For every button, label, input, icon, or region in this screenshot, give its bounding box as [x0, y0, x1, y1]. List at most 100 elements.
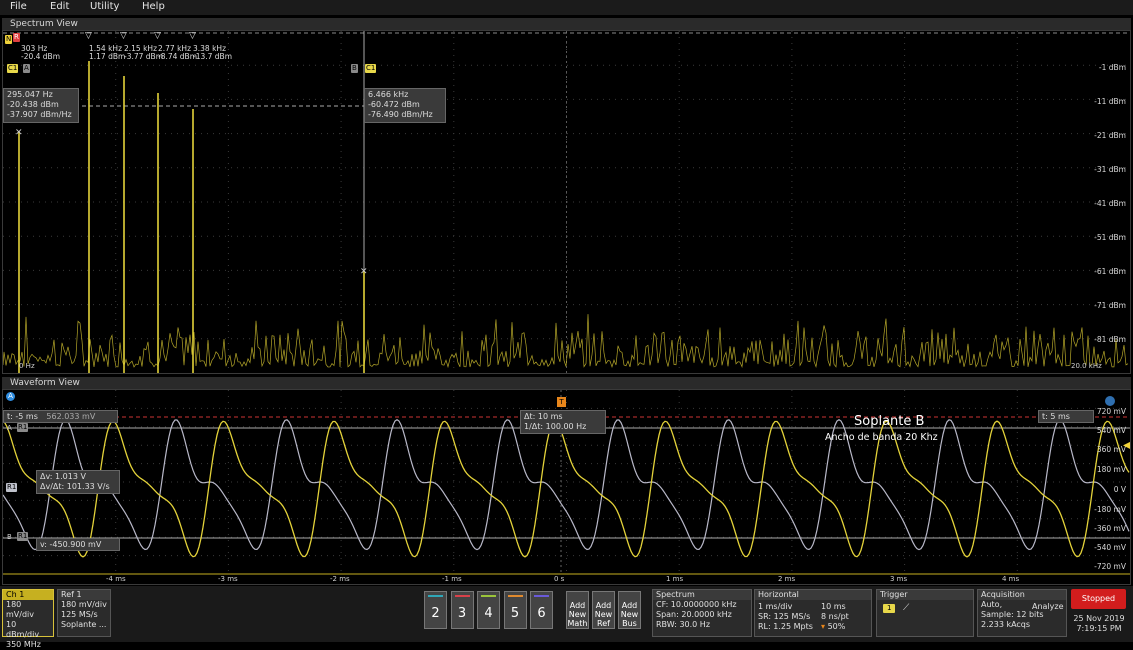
- waveform-y-label: 0 V: [1113, 485, 1126, 494]
- spectrum-y-label: -41 dBm: [1094, 199, 1126, 208]
- cursor-a-label-tag[interactable]: A: [23, 64, 30, 73]
- ch1-dbm: 10 dBm/div: [6, 620, 40, 639]
- delta-v-readout: Δv: 1.013 V Δv/Δt: 101.33 V/s: [36, 470, 120, 494]
- ref-tag-b[interactable]: R1: [17, 532, 29, 541]
- waveform-a-badge[interactable]: A: [6, 392, 15, 401]
- cursor-b-density: -76.490 dBm/Hz: [368, 110, 433, 119]
- channel-color-bar: [428, 595, 443, 597]
- peak-marker-icon[interactable]: ▽: [154, 31, 161, 41]
- waveform-x-label: 3 ms: [890, 575, 908, 583]
- cursor-a-level: -20.438 dBm: [7, 100, 59, 109]
- menu-help[interactable]: Help: [142, 1, 165, 12]
- waveform-y-label: 540 mV: [1096, 426, 1126, 435]
- spectrum-mark-tag[interactable]: N: [5, 35, 13, 44]
- horizontal-record-length: RL: 1.25 Mpts: [758, 622, 813, 631]
- acquisition-analyze: Analyze: [1032, 602, 1064, 611]
- waveform-x-label: -1 ms: [442, 575, 462, 583]
- channel-6-button[interactable]: 6: [530, 591, 553, 629]
- channel-color-bar: [507, 595, 523, 597]
- spectrum-rbw: RBW: 30.0 Hz: [656, 620, 711, 629]
- voltage-readout-value: v: -450.900 mV: [40, 540, 102, 549]
- ref-tag-a[interactable]: R1: [17, 423, 29, 432]
- trigger-position-marker[interactable]: T: [557, 397, 566, 407]
- date-time: 25 Nov 2019 7:19:15 PM: [1071, 614, 1127, 634]
- menu-bar: File Edit Utility Help: [0, 0, 1133, 15]
- waveform-x-label: -2 ms: [330, 575, 350, 583]
- horizontal-title: Horizontal: [755, 590, 871, 600]
- spectrum-settings-badge[interactable]: Spectrum CF: 10.0000000 kHz Span: 20.000…: [652, 589, 752, 637]
- spectrum-plot[interactable]: ✕✕: [3, 31, 1130, 373]
- cursor-a-source-tag[interactable]: C1: [7, 64, 19, 73]
- cursor-b-label-tag[interactable]: B: [351, 64, 358, 73]
- horizontal-settings-badge[interactable]: Horizontal 1 ms/div SR: 125 MS/s RL: 1.2…: [754, 589, 872, 637]
- channel-color-bar: [481, 595, 496, 597]
- ref1-badge[interactable]: Ref 1 180 mV/div 125 MS/s Soplante ...: [57, 589, 111, 637]
- spectrum-y-label: -71 dBm: [1094, 301, 1126, 310]
- ch1-scale: 180 mV/div: [6, 600, 34, 619]
- spectrum-span: Span: 20.0000 kHz: [656, 610, 732, 619]
- spectrum-y-label: -81 dBm: [1094, 335, 1126, 344]
- channel-label: 5: [510, 606, 520, 621]
- cursor-a-readout: 295.047 Hz -20.438 dBm -37.907 dBm/Hz: [3, 88, 79, 123]
- spectrum-y-label: -31 dBm: [1094, 165, 1126, 174]
- cursor-b-row-label: B: [7, 533, 12, 541]
- add-new-ref-button[interactable]: Add New Ref: [592, 591, 615, 629]
- horizontal-scale: 1 ms/div: [758, 602, 793, 611]
- trigger-title: Trigger: [877, 590, 973, 600]
- spectrum-y-label: -1 dBm: [1098, 63, 1126, 72]
- trigger-source-badge: 1: [883, 604, 896, 613]
- rising-edge-icon: ⟋: [903, 603, 910, 613]
- stopped-button[interactable]: Stopped: [1071, 589, 1126, 609]
- peak-marker-icon[interactable]: ▽: [120, 31, 127, 41]
- voltage-readout: v: -450.900 mV: [36, 538, 120, 551]
- delta-time-readout: Δt: 10 ms 1/Δt: 100.00 Hz: [520, 410, 606, 434]
- horizontal-resolution: 8 ns/pt: [821, 612, 849, 621]
- channel-label: 3: [457, 606, 467, 621]
- annotation-title: Soplante B: [854, 414, 925, 429]
- spectrum-noise-trace: [3, 314, 1129, 369]
- cursor-left-readout: t: -5 ms 562.033 mV: [3, 410, 118, 423]
- ref1-trace: [3, 418, 1130, 551]
- spectrum-y-label: -11 dBm: [1094, 97, 1126, 106]
- add-new-bus-button[interactable]: Add New Bus: [618, 591, 641, 629]
- cursor-a-row-label: A: [7, 424, 12, 432]
- waveform-x-label: 4 ms: [1002, 575, 1020, 583]
- channel-label: 2: [431, 606, 440, 621]
- add-new-math-button[interactable]: Add New Math: [566, 591, 589, 629]
- menu-file[interactable]: File: [10, 1, 27, 12]
- waveform-view-panel[interactable]: 540 mV 360 mV 180 mV 0 V -180 mV -360 mV -540 …: [2, 389, 1131, 585]
- trigger-level-arrow-icon[interactable]: ◀: [1123, 440, 1130, 451]
- peak-marker-icon[interactable]: ▽: [85, 31, 92, 41]
- spectrum-ref-tag[interactable]: R: [13, 33, 20, 42]
- spectrum-view-title: Spectrum View: [2, 18, 1131, 30]
- spectrum-view-panel[interactable]: ✕ ✕ -1 dBm -11 dBm -21 dBm -31 dBm -41 dBm -51…: [2, 30, 1131, 374]
- ref1-offset-tag[interactable]: R1: [6, 483, 18, 492]
- ch1-title: Ch 1: [3, 590, 53, 600]
- annotation-subtitle: Ancho de banda 20 Khz: [825, 432, 938, 443]
- channel-5-button[interactable]: 5: [503, 591, 527, 629]
- menu-edit[interactable]: Edit: [50, 1, 69, 12]
- delta-v-slope: Δv/Δt: 101.33 V/s: [40, 482, 110, 491]
- spectrum-x-start-label: 0 Hz: [19, 362, 35, 370]
- peak-marker-icon[interactable]: ▽: [189, 31, 196, 41]
- trigger-settings-badge[interactable]: Trigger 1 ⟋: [876, 589, 974, 637]
- channel-3-button[interactable]: 3: [450, 591, 474, 629]
- zoom-icon[interactable]: [1105, 396, 1115, 406]
- cursor-b-source-tag[interactable]: C1: [365, 64, 377, 73]
- waveform-x-label: -4 ms: [106, 575, 126, 583]
- waveform-x-label: -3 ms: [218, 575, 238, 583]
- channel-color-bar: [534, 595, 549, 597]
- cursor-a-density: -37.907 dBm/Hz: [7, 110, 72, 119]
- top-marker-level: -20.4 dBm: [21, 52, 61, 61]
- waveform-y-label: 180 mV: [1096, 465, 1126, 474]
- waveform-y-label: -180 mV: [1094, 505, 1126, 514]
- cursor-left-time: t: -5 ms: [7, 412, 38, 421]
- waveform-x-label: 2 ms: [778, 575, 796, 583]
- acquisition-settings-badge[interactable]: Acquisition Auto, Analyze Sample: 12 bit…: [977, 589, 1067, 637]
- position-marker-icon: ▾: [821, 622, 826, 631]
- channel-4-button[interactable]: 4: [477, 591, 500, 629]
- channel-2-button[interactable]: 2: [424, 591, 447, 629]
- cursor-left-voltage: 562.033 mV: [46, 412, 96, 421]
- ch1-badge[interactable]: Ch 1 180 mV/div 10 dBm/div 350 MHz: [2, 589, 54, 649]
- menu-utility[interactable]: Utility: [90, 1, 119, 12]
